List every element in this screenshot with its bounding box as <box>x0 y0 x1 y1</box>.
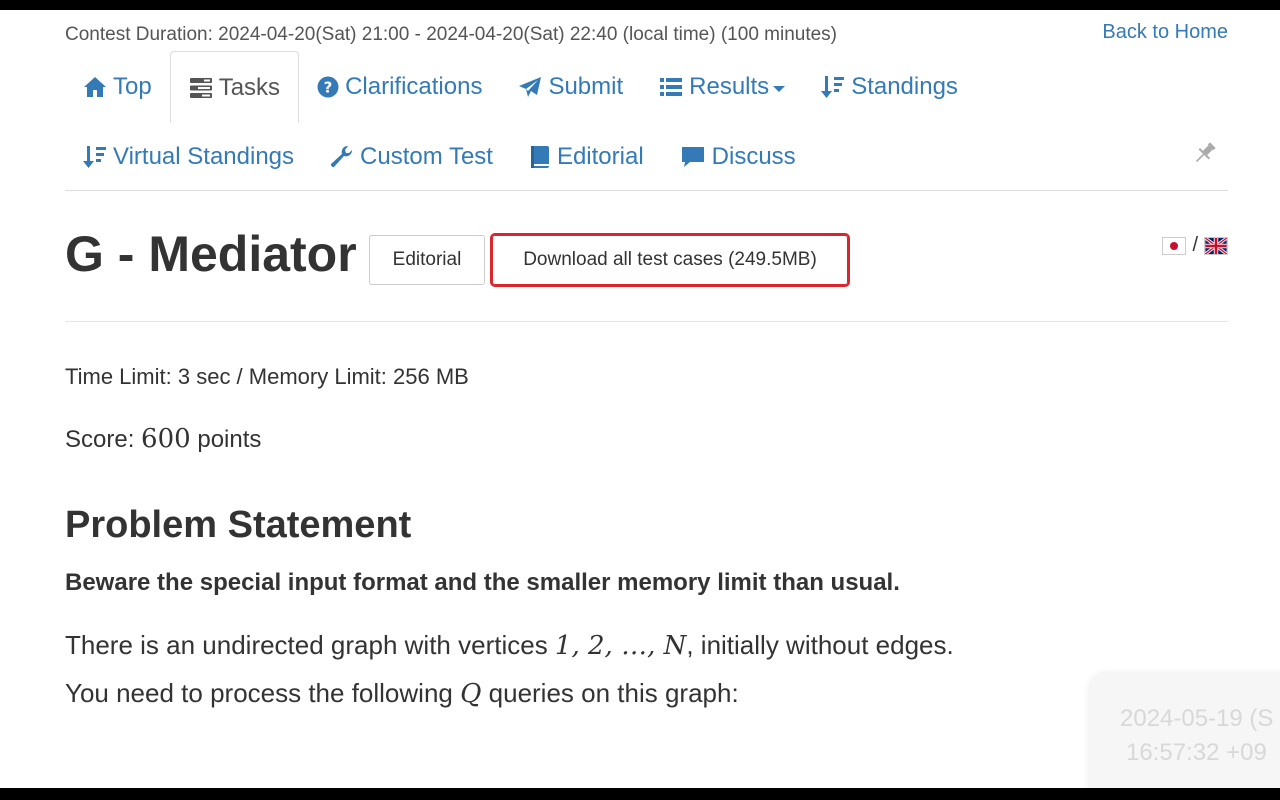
sort-amount-icon <box>821 76 845 98</box>
paper-plane-icon <box>519 77 542 97</box>
contest-nav-row-2: Virtual Standings Custom Test Editorial … <box>65 123 814 191</box>
clock-date: 2024-05-19 (S <box>1120 705 1274 732</box>
task-title: G - Mediator <box>65 226 357 282</box>
score-suffix: points <box>190 426 262 453</box>
nav-top[interactable]: Top <box>65 51 170 123</box>
nav-discuss-label: Discuss <box>711 143 796 170</box>
comment-icon <box>681 147 704 167</box>
uk-flag-icon[interactable] <box>1204 236 1228 255</box>
book-icon <box>530 146 549 168</box>
sort-amount-icon <box>83 146 106 168</box>
nav-custom-test-label: Custom Test <box>360 143 493 170</box>
nav-editorial-label: Editorial <box>556 143 644 170</box>
score-value: 600 <box>141 424 191 454</box>
nav-submit[interactable]: Submit <box>500 51 641 123</box>
pin-icon[interactable] <box>1192 140 1218 171</box>
nav-standings[interactable]: Standings <box>803 51 976 123</box>
contest-duration: Contest Duration: 2024-04-20(Sat) 21:00 … <box>65 24 838 45</box>
wrench-icon <box>330 145 353 168</box>
clock-time: 16:57:32 +09 <box>1126 739 1267 766</box>
statement-line-1-before: There is an undirected graph with vertic… <box>65 630 555 660</box>
nav-top-label: Top <box>113 73 152 100</box>
nav-clarifications[interactable]: ? Clarifications <box>299 51 500 123</box>
language-switcher: / <box>1162 234 1228 257</box>
clock-widget: 2024-05-19 (S 16:57:32 +09 <box>1088 672 1280 788</box>
question-circle-icon: ? <box>317 76 339 98</box>
svg-text:?: ? <box>324 79 333 97</box>
nav-tasks-label: Tasks <box>218 73 281 101</box>
list-icon <box>660 78 683 96</box>
score-prefix: Score: <box>65 426 142 453</box>
tasks-icon <box>189 77 212 98</box>
problem-statement-heading: Problem Statement <box>65 504 412 546</box>
nav-results-dropdown[interactable]: Results <box>641 51 803 123</box>
nav-submit-label: Submit <box>548 73 624 100</box>
editorial-button[interactable]: Editorial <box>369 235 485 285</box>
statement-line-2: You need to process the following Q quer… <box>65 678 739 709</box>
nav-clarifications-label: Clarifications <box>345 73 483 100</box>
back-to-home-link[interactable]: Back to Home <box>1102 21 1228 44</box>
contest-nav-row-1: Top Tasks ? Clarifications Submit Result… <box>65 51 976 123</box>
nav-custom-test[interactable]: Custom Test <box>312 123 511 191</box>
caret-down-icon <box>773 85 786 92</box>
query-count-math: Q <box>460 679 482 709</box>
home-icon <box>84 77 106 97</box>
special-format-warning: Beware the special input format and the … <box>65 569 900 596</box>
vertex-range-math: 1, 2, …, N <box>554 631 687 661</box>
download-test-cases-button[interactable]: Download all test cases (249.5MB) <box>490 233 850 287</box>
statement-line-2-after: queries on this graph: <box>481 678 739 708</box>
nav-virtual-standings[interactable]: Virtual Standings <box>65 123 312 191</box>
statement-line-2-before: You need to process the following <box>65 678 461 708</box>
time-memory-limit: Time Limit: 3 sec / Memory Limit: 256 MB <box>65 364 469 389</box>
nav-standings-label: Standings <box>851 73 958 100</box>
statement-line-1: There is an undirected graph with vertic… <box>65 630 954 661</box>
nav-discuss[interactable]: Discuss <box>662 123 814 191</box>
japan-flag-icon[interactable] <box>1162 236 1187 255</box>
statement-line-1-after: , initially without edges. <box>686 630 954 660</box>
nav-divider <box>65 190 1228 191</box>
nav-virtual-standings-label: Virtual Standings <box>113 143 295 170</box>
page: Contest Duration: 2024-04-20(Sat) 21:00 … <box>0 10 1280 788</box>
nav-editorial[interactable]: Editorial <box>511 123 662 191</box>
nav-tasks[interactable]: Tasks <box>169 51 300 123</box>
lang-separator: / <box>1192 234 1198 256</box>
score: Score: 600 points <box>65 424 261 454</box>
nav-results-label: Results <box>689 73 770 100</box>
title-divider <box>65 321 1228 322</box>
